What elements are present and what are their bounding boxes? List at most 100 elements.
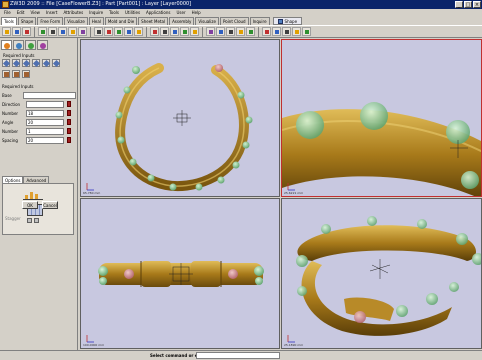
copy-pattern-icon[interactable] bbox=[52, 59, 61, 68]
draft-icon[interactable] bbox=[94, 27, 103, 36]
toolbar-separator bbox=[258, 26, 259, 37]
undo-icon[interactable] bbox=[292, 27, 301, 36]
loft-icon[interactable] bbox=[48, 27, 57, 36]
split-icon[interactable] bbox=[160, 27, 169, 36]
toolbar-separator bbox=[34, 26, 35, 37]
field-row: Base bbox=[2, 91, 76, 99]
panel-tab-feature[interactable] bbox=[1, 40, 12, 50]
mirror-icon[interactable] bbox=[114, 27, 123, 36]
hole-icon[interactable] bbox=[180, 27, 189, 36]
maximize-button[interactable]: □ bbox=[464, 1, 472, 8]
spacing-picker-button[interactable] bbox=[67, 137, 71, 143]
cancel-button[interactable]: Cancel bbox=[42, 201, 58, 209]
menu-applications[interactable]: Applications bbox=[146, 9, 170, 16]
tab-assembly[interactable]: Assembly bbox=[169, 17, 195, 25]
menu-view[interactable]: View bbox=[30, 9, 40, 16]
geometry-icon[interactable] bbox=[2, 70, 10, 78]
tab-options[interactable]: Options bbox=[2, 176, 24, 183]
menu-insert[interactable]: Insert bbox=[46, 9, 57, 16]
tab-tools[interactable]: Tools bbox=[1, 17, 17, 25]
view-icon[interactable] bbox=[206, 27, 215, 36]
menu-utilities[interactable]: Utilities bbox=[125, 9, 140, 16]
extrude-icon[interactable] bbox=[12, 27, 21, 36]
viewport-bottom-right[interactable]: 25.1890 mm bbox=[281, 198, 482, 349]
menu-edit[interactable]: Edit bbox=[17, 9, 25, 16]
menu-inquire[interactable]: Inquire bbox=[89, 9, 103, 16]
toolbar-separator bbox=[146, 26, 147, 37]
direction-picker-button[interactable] bbox=[67, 101, 71, 107]
command-input[interactable] bbox=[196, 352, 280, 359]
field-row: Number 1 bbox=[2, 127, 76, 135]
revolve-icon[interactable] bbox=[22, 27, 31, 36]
panel-tab-history[interactable] bbox=[13, 40, 24, 50]
menu-help[interactable]: Help bbox=[192, 9, 201, 16]
tab-visualize[interactable]: Visualize bbox=[64, 17, 88, 25]
spacing-input[interactable]: 20 bbox=[26, 136, 64, 144]
feature-icon[interactable] bbox=[12, 70, 20, 78]
minimize-button[interactable]: _ bbox=[455, 1, 463, 8]
face-icon[interactable] bbox=[22, 70, 30, 78]
rib-icon[interactable] bbox=[190, 27, 199, 36]
tab-visualize-2[interactable]: Visualize bbox=[195, 17, 219, 25]
tab-free-form[interactable]: Free Form bbox=[37, 17, 64, 25]
menu-file[interactable]: File bbox=[4, 9, 11, 16]
boolean-icon[interactable] bbox=[150, 27, 159, 36]
layer-icon[interactable] bbox=[262, 27, 271, 36]
new-file-icon[interactable] bbox=[2, 27, 11, 36]
menu-attributes[interactable]: Attributes bbox=[63, 9, 83, 16]
redo-icon[interactable] bbox=[302, 27, 311, 36]
number2-input[interactable]: 1 bbox=[26, 127, 64, 135]
axis-triad-icon bbox=[173, 110, 191, 126]
fillet-icon[interactable] bbox=[58, 27, 67, 36]
shape-ribbon[interactable]: Shape bbox=[272, 17, 303, 25]
input-fields: Base Direction Number 18 Angle 20 Number… bbox=[2, 91, 76, 145]
curve-pattern-icon[interactable] bbox=[22, 59, 31, 68]
viewport-top-left[interactable]: 65.780 mm bbox=[80, 39, 280, 197]
panel-tab-layers[interactable] bbox=[25, 40, 36, 50]
tab-inquire[interactable]: Inquire bbox=[249, 17, 270, 25]
base-input[interactable] bbox=[22, 91, 76, 99]
viewport-top-right[interactable]: 25.6221 mm bbox=[281, 39, 482, 197]
field-label: Direction bbox=[2, 101, 21, 107]
angle-input[interactable]: 20 bbox=[26, 118, 64, 126]
angle-picker-button[interactable] bbox=[67, 119, 71, 125]
ok-button[interactable]: OK bbox=[22, 201, 38, 209]
tab-shape[interactable]: Shape bbox=[17, 17, 37, 25]
fill-pattern-icon[interactable] bbox=[42, 59, 51, 68]
shell-icon[interactable] bbox=[78, 27, 87, 36]
tab-advanced[interactable]: Advanced bbox=[23, 176, 50, 183]
trim-icon[interactable] bbox=[170, 27, 179, 36]
select-icon[interactable] bbox=[282, 27, 291, 36]
direction-input[interactable] bbox=[26, 100, 64, 108]
menu-user[interactable]: User bbox=[176, 9, 185, 16]
point-pattern-icon[interactable] bbox=[32, 59, 41, 68]
shade-icon[interactable] bbox=[236, 27, 245, 36]
close-button[interactable]: × bbox=[473, 1, 481, 8]
viewport-bottom-left[interactable]: 100.0000 mm bbox=[80, 198, 280, 349]
field-label: Spacing bbox=[2, 137, 18, 143]
sweep-icon[interactable] bbox=[38, 27, 47, 36]
layout-a-icon[interactable] bbox=[27, 218, 32, 223]
circular-pattern-icon[interactable] bbox=[12, 59, 21, 68]
pattern-icon[interactable] bbox=[104, 27, 113, 36]
chamfer-icon[interactable] bbox=[68, 27, 77, 36]
menu-tools[interactable]: Tools bbox=[109, 9, 119, 16]
tab-heal[interactable]: Heal bbox=[88, 17, 104, 25]
linear-pattern-icon[interactable] bbox=[2, 59, 11, 68]
tab-mold-and-die[interactable]: Mold and Die bbox=[104, 17, 138, 25]
rotate-icon[interactable] bbox=[134, 27, 143, 36]
move-icon[interactable] bbox=[124, 27, 133, 36]
pan-icon[interactable] bbox=[226, 27, 235, 36]
tab-sheet-metal[interactable]: Sheet Metal bbox=[138, 17, 169, 25]
tab-point-cloud[interactable]: Point Cloud bbox=[219, 17, 249, 25]
wireframe-icon[interactable] bbox=[246, 27, 255, 36]
panel-tab-props[interactable] bbox=[37, 40, 48, 50]
filter-icon[interactable] bbox=[272, 27, 281, 36]
layout-b-icon[interactable] bbox=[34, 218, 39, 223]
number-picker-button[interactable] bbox=[67, 110, 71, 116]
number2-picker-button[interactable] bbox=[67, 128, 71, 134]
zoom-icon[interactable] bbox=[216, 27, 225, 36]
bracelet-front-view bbox=[86, 261, 264, 343]
ribbon-tabs: Tools Shape Free Form Visualize Heal Mol… bbox=[0, 16, 482, 25]
number-input[interactable]: 18 bbox=[26, 109, 64, 117]
